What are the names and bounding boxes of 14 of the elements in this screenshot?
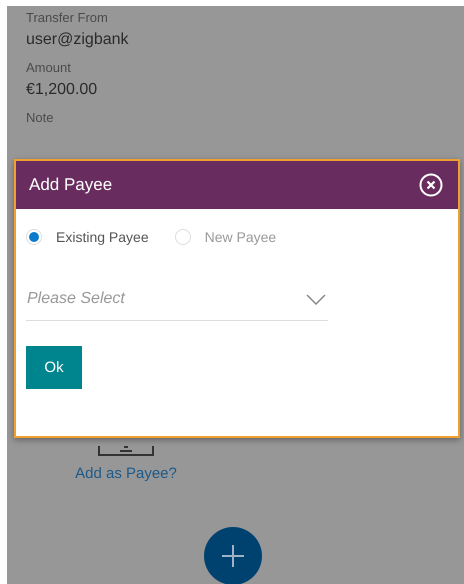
close-icon[interactable] — [419, 173, 443, 197]
field-label: Amount — [26, 60, 72, 75]
dialog-title: Add Payee — [29, 175, 112, 195]
ok-button[interactable]: Ok — [26, 346, 82, 389]
add-as-payee-link[interactable]: Add as Payee? — [75, 465, 177, 482]
payee-type-radio[interactable]: New Payee — [174, 229, 276, 245]
field-label: Note — [26, 110, 54, 125]
field-label: Transfer From — [26, 10, 109, 25]
field-value: user@zigbank — [26, 31, 130, 49]
payee-type-radio[interactable]: Existing Payee — [26, 229, 149, 245]
plus-icon — [221, 544, 245, 568]
field-value: €1,200.00 — [26, 81, 98, 99]
payee-select[interactable]: Please Select — [26, 290, 328, 321]
chevron-down-icon — [306, 294, 326, 304]
